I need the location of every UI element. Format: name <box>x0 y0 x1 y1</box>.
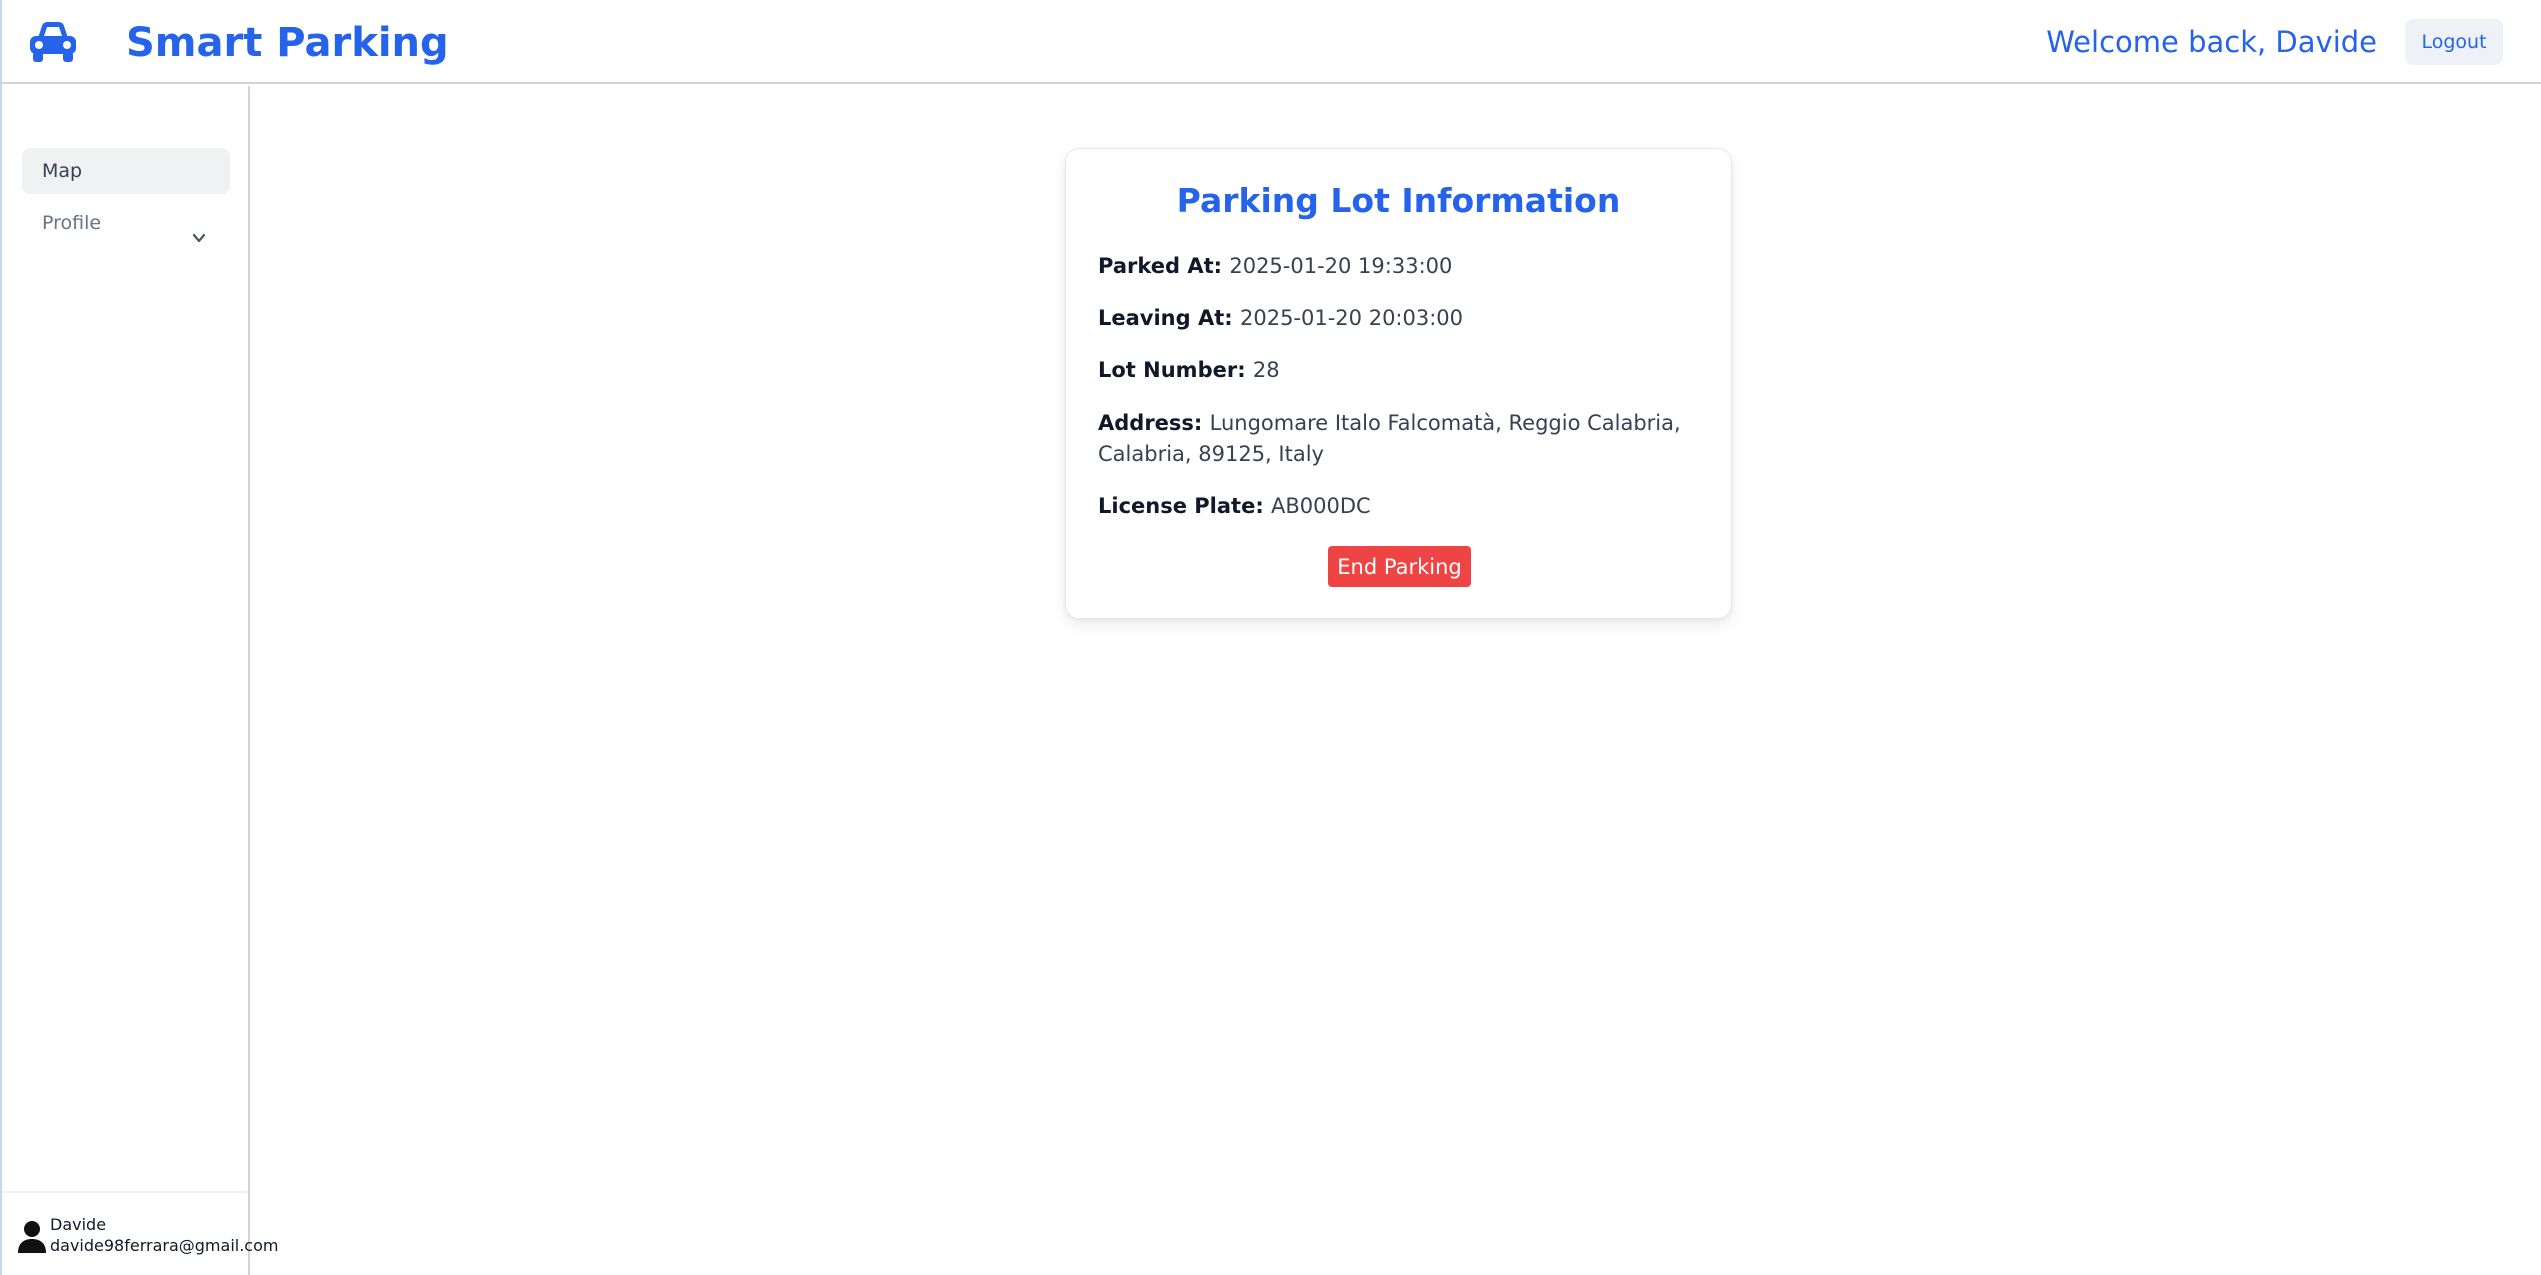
license-plate-row: License Plate: AB000DC <box>1098 491 1708 522</box>
lot-number-row: Lot Number: 28 <box>1098 355 1708 386</box>
field-label: Leaving At: <box>1098 306 1240 330</box>
top-header: Smart Parking Welcome back, Davide Logou… <box>2 0 2541 84</box>
field-value: 2025-01-20 20:03:00 <box>1239 306 1464 330</box>
app-title: Smart Parking <box>126 20 449 66</box>
user-icon <box>16 1219 48 1255</box>
field-value: AB000DC <box>1271 494 1371 518</box>
field-value: 2025-01-20 19:33:00 <box>1229 254 1453 278</box>
end-parking-button[interactable]: End Parking <box>1328 546 1471 587</box>
card-title: Parking Lot Information <box>1176 181 1621 220</box>
user-footer: Davide davide98ferrara@gmail.com <box>2 1191 278 1275</box>
field-value: 28 <box>1252 358 1280 382</box>
sidebar-item-map[interactable]: Map <box>22 148 230 194</box>
sidebar-item-label: Profile <box>42 212 102 234</box>
sidebar: Map Profile Davide davide98ferrara@gmail… <box>2 86 278 1275</box>
logout-button[interactable]: Logout <box>2405 19 2503 65</box>
field-label: Parked At: <box>1098 254 1230 278</box>
address-row: Address: Lungomare Italo Falcomatà, Regg… <box>1098 408 1708 470</box>
app-root: Smart Parking Welcome back, Davide Logou… <box>0 0 2541 1275</box>
chevron-down-icon <box>192 216 206 243</box>
field-label: Lot Number: <box>1098 358 1253 382</box>
parked-at-row: Parked At: 2025-01-20 19:33:00 <box>1098 251 1708 282</box>
field-label: Address: <box>1098 411 1210 435</box>
field-label: License Plate: <box>1098 494 1272 518</box>
sidebar-item-profile[interactable]: Profile <box>22 200 230 246</box>
leaving-at-row: Leaving At: 2025-01-20 20:03:00 <box>1098 303 1708 334</box>
welcome-message: Welcome back, Davide <box>2046 25 2377 59</box>
user-name: Davide <box>50 1215 107 1234</box>
user-email: davide98ferrara@gmail.com <box>50 1236 279 1255</box>
sidebar-item-label: Map <box>42 160 83 182</box>
car-icon <box>28 18 78 64</box>
parking-info-card: Parking Lot Information Parked At: 2025-… <box>1065 148 1732 619</box>
